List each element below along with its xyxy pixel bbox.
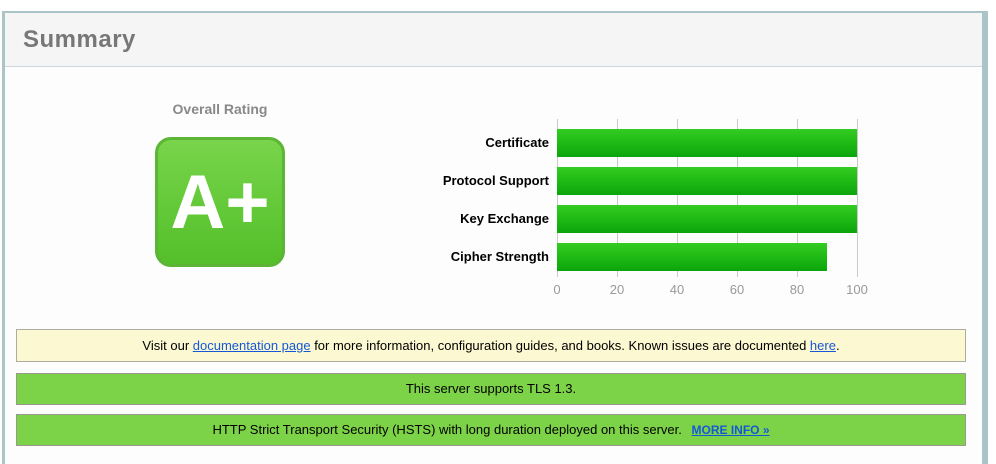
grade-badge: A+ [155,137,285,267]
summary-panel: Summary Overall Rating A+ 0 20 40 60 80 100 Ce… [2,11,988,464]
note-text-segment: for more information, configuration guid… [310,338,810,353]
chart-bar [557,205,857,233]
chart-category-label: Certificate [485,135,549,150]
tls13-note: This server supports TLS 1.3. [16,373,966,405]
overall-rating-block: Overall Rating A+ [152,101,288,267]
note-text-segment: . [835,338,840,353]
rating-chart: 0 20 40 60 80 100 Certificate Protocol Support K… [443,119,868,297]
chart-tick-label: 60 [729,282,745,297]
chart-tick-label: 40 [669,282,685,297]
documentation-page-link[interactable]: documentation page [193,338,311,353]
summary-row: Overall Rating A+ 0 20 40 60 80 100 Certificat… [5,67,982,313]
chart-tick-label: 0 [553,282,561,297]
chart-category-label: Key Exchange [460,211,549,226]
chart-tick-label: 20 [609,282,625,297]
overall-rating-label: Overall Rating [172,101,268,117]
known-issues-link[interactable]: here [810,338,836,353]
chart-tick-label: 100 [846,282,868,297]
hsts-note-text: HTTP Strict Transport Security (HSTS) wi… [212,422,682,437]
chart-bar [557,243,827,271]
documentation-note: Visit our documentation page for more in… [16,329,966,362]
note-text-segment: Visit our [142,338,193,353]
summary-header: Summary [5,13,982,67]
chart-bar [557,129,857,157]
chart-gridline [857,119,858,277]
tls13-note-text: This server supports TLS 1.3. [405,381,577,396]
hsts-note: HTTP Strict Transport Security (HSTS) wi… [16,414,966,446]
more-info-link[interactable]: MORE INFO » [692,423,770,437]
page: Summary Overall Rating A+ 0 20 40 60 80 100 Ce… [0,0,996,464]
page-title: Summary [23,26,136,53]
chart-tick-label: 80 [789,282,805,297]
chart-bar [557,167,857,195]
chart-category-label: Protocol Support [442,173,549,188]
documentation-note-text: Visit our documentation page for more in… [142,338,839,353]
chart-category-label: Cipher Strength [450,249,549,264]
summary-body: Overall Rating A+ 0 20 40 60 80 100 Certificat… [5,67,982,446]
